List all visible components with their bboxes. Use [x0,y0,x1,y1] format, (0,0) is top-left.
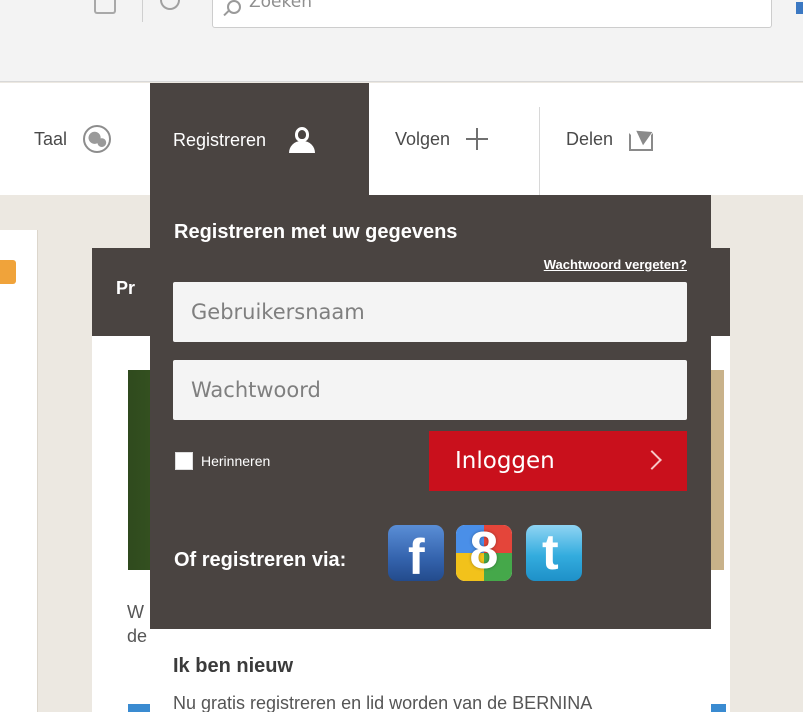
twitter-icon[interactable] [526,523,582,581]
browser-toolbar: Zoeken [0,0,803,82]
nav-item-register[interactable]: Registreren [150,83,369,197]
toolbar-separator [142,0,143,22]
nav-register-label: Registreren [173,129,267,150]
new-user-text: Nu gratis registreren en lid worden van … [173,693,593,712]
remember-checkbox[interactable] [175,452,193,470]
nav-language-label: Taal [34,128,68,149]
login-button-label: Inloggen [455,448,555,474]
reload-icon[interactable] [160,0,180,10]
new-user-title: Ik ben nieuw [173,655,294,677]
remember-me[interactable]: Herinneren [175,452,270,470]
nav-item-language[interactable]: Taal [34,83,112,195]
social-register-label: Of registreren via: [174,549,347,571]
share-icon [629,124,659,151]
login-title: Registreren met uw gegevens [174,221,458,243]
toolbar-edge-icon[interactable] [796,2,803,14]
nav-item-share[interactable]: Delen [566,83,659,195]
search-icon [227,0,241,14]
login-dropdown: Registreren met uw gegevens Wachtwoord v… [150,195,711,712]
user-icon [288,126,316,154]
plus-icon [466,128,489,150]
site-navigation: Taal Registreren Volgen Delen [0,83,803,197]
username-field[interactable] [173,282,687,342]
background-card-left [0,230,38,712]
password-field[interactable] [173,360,687,420]
reading-view-icon[interactable] [94,0,116,14]
chevron-right-icon [642,450,662,470]
remember-label: Herinneren [201,453,271,469]
google-icon[interactable]: 8 [456,525,512,581]
nav-follow-label: Volgen [395,128,451,149]
badge-icon [0,260,16,284]
forgot-password-link[interactable]: Wachtwoord vergeten? [544,257,687,272]
facebook-icon[interactable] [388,525,444,586]
nav-item-follow[interactable]: Volgen [395,83,489,195]
nav-divider [539,107,540,195]
browser-search-placeholder: Zoeken [249,0,312,12]
background-card-text: Wde [127,602,148,647]
globe-icon [83,125,112,153]
nav-share-label: Delen [566,128,614,149]
background-card-title: Pr [116,278,136,298]
login-button[interactable]: Inloggen [429,431,687,491]
browser-search-box[interactable]: Zoeken [212,0,772,28]
